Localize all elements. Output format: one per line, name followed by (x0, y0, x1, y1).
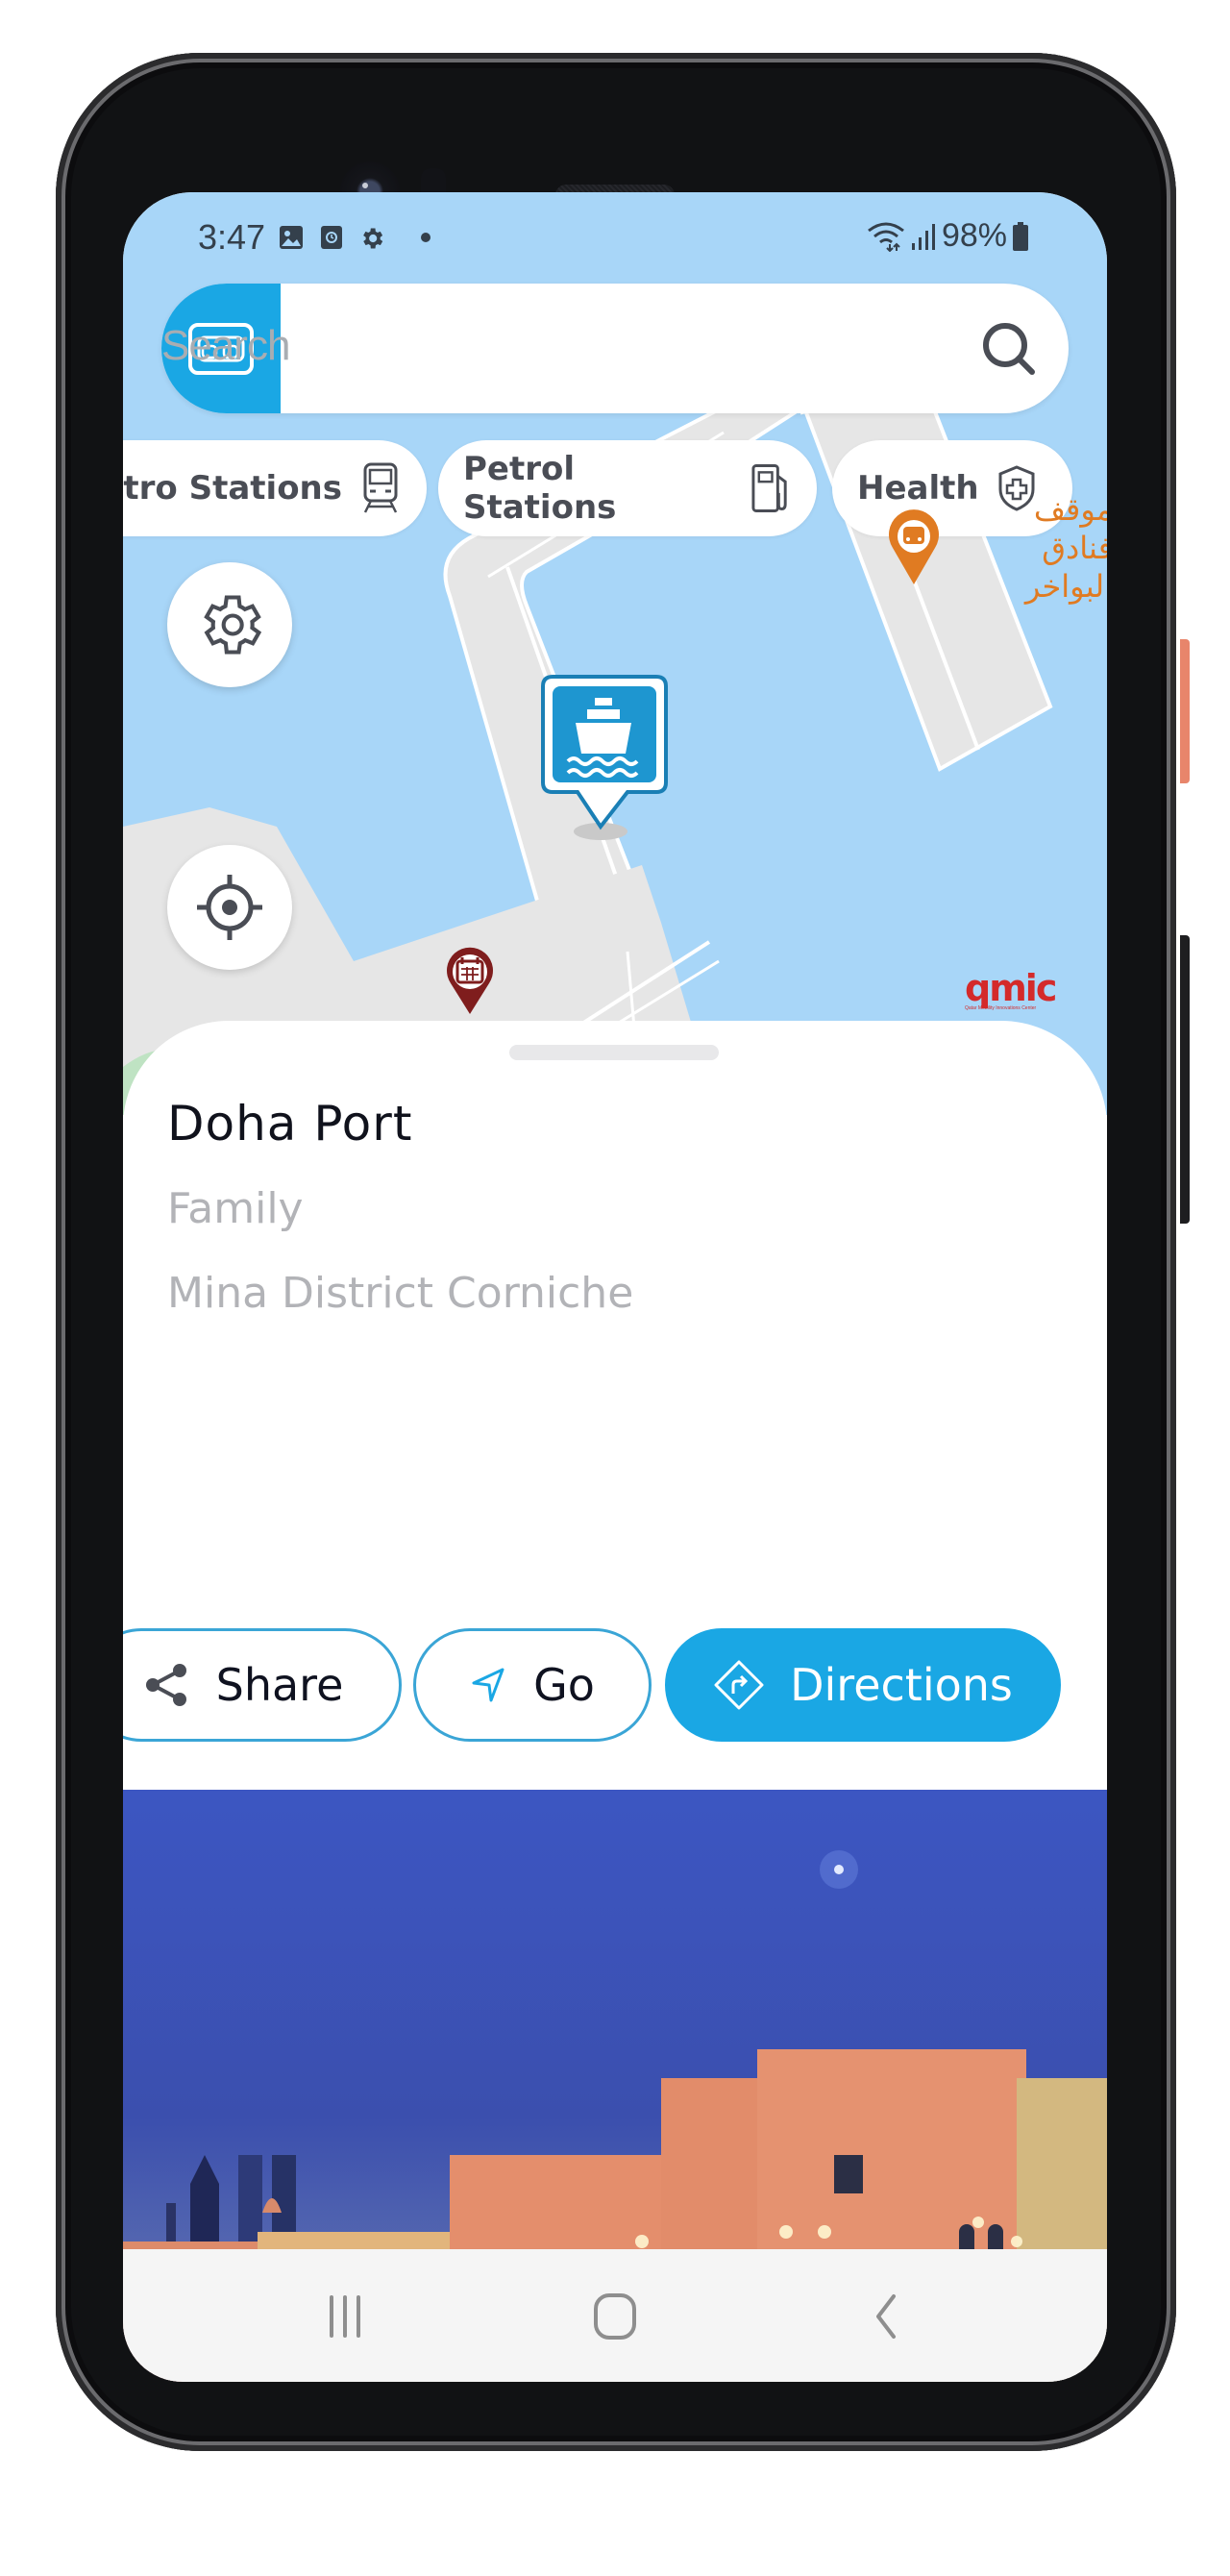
go-button[interactable]: Go (413, 1628, 652, 1742)
search-icon (983, 323, 1035, 375)
status-right: 98% (867, 217, 1028, 255)
settings-icon (363, 228, 383, 249)
gallery-icon (280, 226, 303, 249)
battery-icon (1013, 221, 1028, 251)
home-button[interactable] (572, 2278, 658, 2355)
recents-button[interactable] (302, 2278, 388, 2355)
place-address: Mina District Corniche (167, 1269, 634, 1318)
place-bottom-sheet: Doha Port Family Mina District Corniche … (123, 1021, 1107, 2382)
my-location-button[interactable] (167, 845, 292, 970)
card-menu-icon (188, 322, 254, 375)
logo-text: qmic (965, 967, 1057, 1009)
chip-petrol-stations[interactable]: Petrol Stations (438, 440, 817, 536)
map-label-line-1: موقف (1033, 491, 1107, 528)
fuel-pump-icon (751, 464, 787, 512)
place-category: Family (167, 1184, 304, 1233)
calendar-icon (447, 947, 493, 1014)
directions-label: Directions (790, 1659, 1013, 1711)
search-input[interactable] (281, 284, 953, 413)
map-label-hotel: موقف فنادق البواخر (959, 490, 1107, 606)
screen: 3:47 98% Search tro Stations Petrol Stat… (123, 192, 1107, 2382)
status-time: 3:47 (198, 217, 266, 257)
map-settings-button[interactable] (167, 562, 292, 687)
place-title: Doha Port (167, 1096, 413, 1152)
directions-icon (714, 1660, 764, 1710)
volume-button (1180, 935, 1190, 1224)
system-nav-bar (123, 2249, 1107, 2382)
battery-percent: 98% (941, 217, 1007, 254)
crosshair-icon (197, 875, 262, 940)
screen-recorder-icon (321, 226, 342, 249)
power-button (1180, 639, 1190, 783)
share-icon (145, 1664, 186, 1706)
wifi-icon (868, 222, 904, 252)
share-label: Share (215, 1659, 344, 1711)
share-button[interactable]: Share (123, 1628, 402, 1742)
chip-metro-stations[interactable]: tro Stations (123, 440, 427, 536)
recents-icon (330, 2295, 360, 2338)
search-bar: Search (161, 284, 1069, 413)
chip-label: tro Stations (123, 469, 342, 508)
place-actions: Share Go Directions (123, 1628, 1107, 1742)
navigation-arrow-icon (472, 1668, 504, 1702)
ship-icon (541, 675, 668, 840)
back-icon (876, 2294, 896, 2339)
go-label: Go (533, 1659, 595, 1711)
menu-button[interactable] (161, 284, 281, 413)
dot-icon (421, 233, 430, 242)
signal-icon (911, 223, 935, 250)
status-bar: 3:47 98% (123, 192, 1107, 279)
ferry-port-marker[interactable] (539, 673, 670, 841)
home-icon (594, 2293, 636, 2340)
train-icon (363, 462, 398, 513)
qmic-logo: qmic Qatar Mobility Innovations Center (965, 967, 1070, 1013)
bus-stop-marker[interactable] (885, 509, 943, 586)
chip-label: Petrol Stations (463, 450, 617, 527)
search-button[interactable] (978, 318, 1040, 380)
map-view[interactable]: 3:47 98% Search tro Stations Petrol Stat… (123, 192, 1107, 1115)
sheet-drag-handle[interactable] (509, 1045, 719, 1060)
back-button[interactable] (842, 2278, 928, 2355)
gear-icon (204, 595, 262, 655)
map-label-line-2: فنادق البواخر (1024, 530, 1107, 605)
directions-button[interactable]: Directions (665, 1628, 1061, 1742)
bus-icon (889, 509, 939, 584)
event-marker[interactable] (443, 947, 497, 1016)
